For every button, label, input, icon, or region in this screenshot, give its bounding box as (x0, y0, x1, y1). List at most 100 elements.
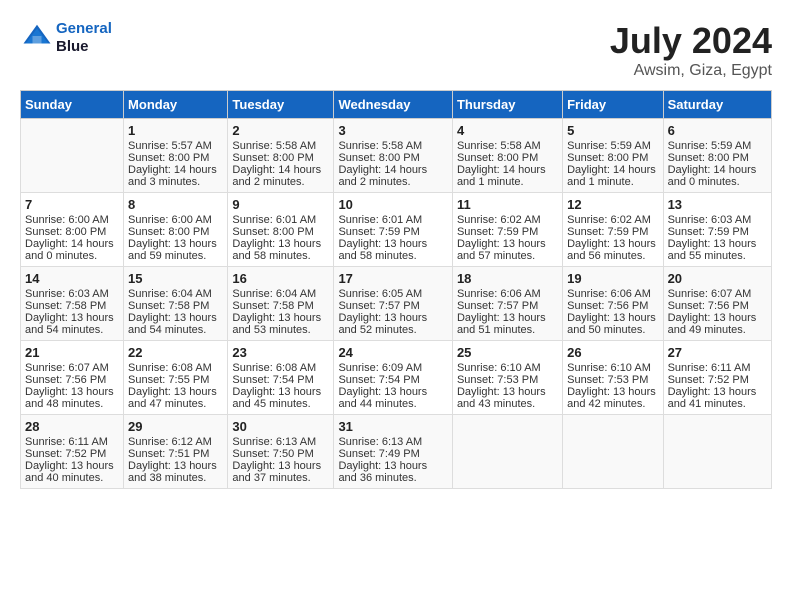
header-day-tuesday: Tuesday (228, 91, 334, 119)
week-row-1: 1 Sunrise: 5:57 AM Sunset: 8:00 PM Dayli… (21, 119, 772, 193)
sunset-text: Sunset: 7:52 PM (668, 374, 749, 386)
daylight-text: Daylight: 13 hours and 37 minutes. (232, 460, 321, 484)
sunrise-text: Sunrise: 6:13 AM (232, 436, 316, 448)
day-number: 18 (457, 271, 558, 286)
calendar-cell: 5 Sunrise: 5:59 AM Sunset: 8:00 PM Dayli… (563, 119, 663, 193)
header-day-sunday: Sunday (21, 91, 124, 119)
day-number: 27 (668, 345, 767, 360)
day-number: 4 (457, 123, 558, 138)
calendar-cell (21, 119, 124, 193)
daylight-text: Daylight: 13 hours and 55 minutes. (668, 238, 757, 262)
sunset-text: Sunset: 8:00 PM (25, 226, 106, 238)
week-row-5: 28 Sunrise: 6:11 AM Sunset: 7:52 PM Dayl… (21, 415, 772, 489)
daylight-text: Daylight: 13 hours and 57 minutes. (457, 238, 546, 262)
day-number: 26 (567, 345, 658, 360)
sunrise-text: Sunrise: 5:58 AM (457, 140, 541, 152)
calendar-cell: 2 Sunrise: 5:58 AM Sunset: 8:00 PM Dayli… (228, 119, 334, 193)
sunrise-text: Sunrise: 5:58 AM (338, 140, 422, 152)
calendar-cell: 20 Sunrise: 6:07 AM Sunset: 7:56 PM Dayl… (663, 267, 771, 341)
daylight-text: Daylight: 13 hours and 54 minutes. (25, 312, 114, 336)
daylight-text: Daylight: 13 hours and 36 minutes. (338, 460, 427, 484)
sunset-text: Sunset: 7:51 PM (128, 448, 209, 460)
daylight-text: Daylight: 14 hours and 1 minute. (567, 164, 656, 188)
day-number: 3 (338, 123, 448, 138)
sunset-text: Sunset: 7:59 PM (668, 226, 749, 238)
sunrise-text: Sunrise: 6:02 AM (457, 214, 541, 226)
sunset-text: Sunset: 7:49 PM (338, 448, 419, 460)
sunset-text: Sunset: 7:50 PM (232, 448, 313, 460)
calendar-cell (563, 415, 663, 489)
calendar-cell: 9 Sunrise: 6:01 AM Sunset: 8:00 PM Dayli… (228, 193, 334, 267)
calendar-cell: 21 Sunrise: 6:07 AM Sunset: 7:56 PM Dayl… (21, 341, 124, 415)
daylight-text: Daylight: 13 hours and 41 minutes. (668, 386, 757, 410)
sunset-text: Sunset: 7:55 PM (128, 374, 209, 386)
sunrise-text: Sunrise: 6:08 AM (232, 362, 316, 374)
sunset-text: Sunset: 8:00 PM (232, 226, 313, 238)
day-number: 31 (338, 419, 448, 434)
calendar-cell: 24 Sunrise: 6:09 AM Sunset: 7:54 PM Dayl… (334, 341, 453, 415)
sunrise-text: Sunrise: 5:57 AM (128, 140, 212, 152)
day-number: 22 (128, 345, 223, 360)
day-number: 15 (128, 271, 223, 286)
sunset-text: Sunset: 8:00 PM (232, 152, 313, 164)
day-number: 7 (25, 197, 119, 212)
sunrise-text: Sunrise: 6:09 AM (338, 362, 422, 374)
calendar-cell (452, 415, 562, 489)
sunset-text: Sunset: 7:57 PM (457, 300, 538, 312)
calendar-cell: 27 Sunrise: 6:11 AM Sunset: 7:52 PM Dayl… (663, 341, 771, 415)
sunrise-text: Sunrise: 6:06 AM (567, 288, 651, 300)
day-number: 1 (128, 123, 223, 138)
daylight-text: Daylight: 14 hours and 1 minute. (457, 164, 546, 188)
sunrise-text: Sunrise: 6:03 AM (25, 288, 109, 300)
daylight-text: Daylight: 13 hours and 50 minutes. (567, 312, 656, 336)
sunset-text: Sunset: 8:00 PM (668, 152, 749, 164)
calendar-cell: 19 Sunrise: 6:06 AM Sunset: 7:56 PM Dayl… (563, 267, 663, 341)
week-row-4: 21 Sunrise: 6:07 AM Sunset: 7:56 PM Dayl… (21, 341, 772, 415)
daylight-text: Daylight: 13 hours and 58 minutes. (232, 238, 321, 262)
sunset-text: Sunset: 7:54 PM (338, 374, 419, 386)
sunrise-text: Sunrise: 6:11 AM (668, 362, 751, 374)
title-block: July 2024 Awsim, Giza, Egypt (610, 20, 772, 80)
sunset-text: Sunset: 7:54 PM (232, 374, 313, 386)
logo-text-blue: Blue (56, 38, 89, 55)
day-number: 11 (457, 197, 558, 212)
sunrise-text: Sunrise: 6:01 AM (338, 214, 422, 226)
logo-text-general: General (56, 20, 112, 37)
daylight-text: Daylight: 13 hours and 53 minutes. (232, 312, 321, 336)
daylight-text: Daylight: 13 hours and 51 minutes. (457, 312, 546, 336)
daylight-text: Daylight: 14 hours and 3 minutes. (128, 164, 217, 188)
day-number: 30 (232, 419, 329, 434)
day-number: 20 (668, 271, 767, 286)
daylight-text: Daylight: 13 hours and 59 minutes. (128, 238, 217, 262)
calendar-cell: 6 Sunrise: 5:59 AM Sunset: 8:00 PM Dayli… (663, 119, 771, 193)
logo: General Blue (20, 20, 112, 56)
daylight-text: Daylight: 13 hours and 48 minutes. (25, 386, 114, 410)
daylight-text: Daylight: 13 hours and 44 minutes. (338, 386, 427, 410)
day-number: 28 (25, 419, 119, 434)
calendar-cell: 12 Sunrise: 6:02 AM Sunset: 7:59 PM Dayl… (563, 193, 663, 267)
sunrise-text: Sunrise: 6:07 AM (25, 362, 109, 374)
sunset-text: Sunset: 8:00 PM (128, 152, 209, 164)
sunset-text: Sunset: 8:00 PM (457, 152, 538, 164)
calendar-cell: 30 Sunrise: 6:13 AM Sunset: 7:50 PM Dayl… (228, 415, 334, 489)
daylight-text: Daylight: 13 hours and 40 minutes. (25, 460, 114, 484)
daylight-text: Daylight: 13 hours and 38 minutes. (128, 460, 217, 484)
sunset-text: Sunset: 7:59 PM (457, 226, 538, 238)
day-number: 16 (232, 271, 329, 286)
day-number: 5 (567, 123, 658, 138)
sunset-text: Sunset: 7:59 PM (567, 226, 648, 238)
day-number: 2 (232, 123, 329, 138)
day-number: 14 (25, 271, 119, 286)
day-number: 6 (668, 123, 767, 138)
sunset-text: Sunset: 7:56 PM (25, 374, 106, 386)
main-title: July 2024 (610, 20, 772, 62)
calendar-cell: 15 Sunrise: 6:04 AM Sunset: 7:58 PM Dayl… (124, 267, 228, 341)
week-row-2: 7 Sunrise: 6:00 AM Sunset: 8:00 PM Dayli… (21, 193, 772, 267)
daylight-text: Daylight: 13 hours and 58 minutes. (338, 238, 427, 262)
day-number: 10 (338, 197, 448, 212)
day-number: 12 (567, 197, 658, 212)
sunrise-text: Sunrise: 6:00 AM (25, 214, 109, 226)
calendar-cell (663, 415, 771, 489)
calendar-cell: 18 Sunrise: 6:06 AM Sunset: 7:57 PM Dayl… (452, 267, 562, 341)
daylight-text: Daylight: 14 hours and 2 minutes. (232, 164, 321, 188)
